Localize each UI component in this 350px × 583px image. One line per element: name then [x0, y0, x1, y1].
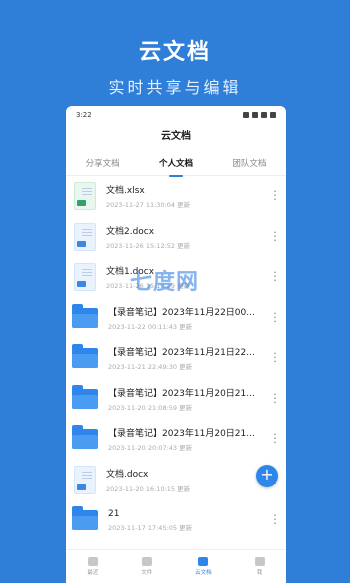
document-icon [74, 222, 96, 251]
file-meta: 【录音笔记】2023年11月20日21... 2023-11-20 21:08:5… [108, 386, 286, 412]
nav-label: 最近 [87, 570, 99, 576]
file-name: 文档1.docx [106, 267, 155, 278]
bottom-nav: 最近 文件 云文档 我 [66, 549, 286, 583]
file-meta: 文档2.docx 2023-11-26 15:12:52 更新 [106, 224, 286, 250]
list-item[interactable]: 【录音笔记】2023年11月20日21... 2023-11-20 21:08:5… [66, 379, 286, 420]
file-date: 2023-11-27 11:30:04 更新 [106, 201, 191, 210]
document-icon [74, 263, 96, 292]
more-icon[interactable]: ··· [272, 227, 278, 246]
nav-item-files[interactable]: 文件 [141, 557, 152, 576]
file-name: 文档.docx [106, 469, 149, 480]
cloud-icon [198, 557, 209, 566]
more-icon[interactable]: ··· [272, 510, 278, 529]
file-date: 2023-11-20 20:07:43 更新 [108, 444, 193, 453]
tab-shared[interactable]: 分享文档 [82, 157, 124, 169]
list-item[interactable]: 【录音笔记】2023年11月21日22... 2023-11-21 22:49:3… [66, 338, 286, 379]
nav-item-recent[interactable]: 最近 [87, 557, 98, 576]
nav-label: 云文档 [195, 570, 212, 576]
signal-icon [252, 112, 258, 118]
nav-item-cloud[interactable]: 云文档 [195, 557, 212, 576]
more-icon[interactable]: ··· [272, 308, 278, 327]
status-bar: 3:22 [66, 106, 286, 124]
folder-icon [72, 384, 98, 409]
user-icon [254, 557, 265, 566]
tab-bar: 分享文档 个人文档 团队文档 [66, 150, 286, 177]
file-name: 【录音笔记】2023年11月20日21... [108, 429, 255, 440]
list-item[interactable]: 【录音笔记】2023年11月22日00... 2023-11-22 00:11:4… [66, 298, 286, 339]
file-date: 2023-11-26 15:12:29 更新 [106, 282, 191, 291]
file-date: 2023-11-20 21:08:59 更新 [108, 403, 193, 412]
list-item[interactable]: 21 2023-11-17 17:45:05 更新 · · · [66, 500, 286, 541]
nav-label: 我 [256, 570, 263, 576]
more-icon[interactable]: ··· [272, 348, 278, 367]
file-meta: 文档.xlsx 2023-11-27 11:30:04 更新 [106, 183, 286, 209]
file-meta: 【录音笔记】2023年11月22日00... 2023-11-22 00:11:4… [108, 305, 286, 331]
phone-screen: 3:22 云文档 分享文档 个人文档 团队文档 文档.xlsx 2023-11-2… [66, 106, 286, 583]
file-name: 文档2.docx [106, 226, 155, 237]
tab-team[interactable]: 团队文档 [228, 157, 270, 169]
file-meta: 文档1.docx 2023-11-26 15:12:29 更新 [106, 264, 286, 290]
list-item[interactable]: 文档1.docx 2023-11-26 15:12:29 更新 · · · [66, 257, 286, 298]
file-name: 21 [108, 508, 120, 519]
file-meta: 21 2023-11-17 17:45:05 更新 [108, 509, 286, 532]
add-button[interactable]: + [256, 465, 278, 487]
file-icon [141, 557, 152, 566]
file-list: 文档.xlsx 2023-11-27 11:30:04 更新 · · · 文档2.docx… [66, 176, 286, 541]
document-icon [74, 465, 96, 494]
folder-icon [72, 506, 98, 531]
file-name: 【录音笔记】2023年11月21日22... [108, 348, 255, 359]
nav-label: 文件 [141, 570, 153, 576]
more-icon[interactable]: ··· [272, 186, 278, 205]
more-icon[interactable]: ··· [272, 429, 278, 448]
recent-icon [87, 557, 98, 566]
status-icons [243, 112, 276, 118]
file-date: 2023-11-17 17:45:05 更新 [108, 523, 193, 532]
hero-subtitle: 实时共享与编辑 [108, 78, 242, 97]
folder-icon [72, 425, 98, 450]
folder-icon [72, 303, 98, 328]
file-meta: 【录音笔记】2023年11月21日22... 2023-11-21 22:49:3… [108, 345, 286, 371]
file-date: 2023-11-22 00:11:43 更新 [108, 322, 193, 331]
list-item[interactable]: 【录音笔记】2023年11月20日21... 2023-11-20 20:07:4… [66, 419, 286, 460]
hero-title: 云文档 [138, 40, 211, 65]
file-date: 2023-11-21 22:49:30 更新 [108, 363, 193, 372]
more-icon[interactable]: ··· [272, 267, 278, 286]
folder-icon [72, 344, 98, 369]
file-meta: 【录音笔记】2023年11月20日21... 2023-11-20 20:07:4… [108, 426, 286, 452]
battery-icon [270, 112, 276, 118]
spreadsheet-icon [74, 182, 96, 211]
file-date: 2023-11-26 15:12:52 更新 [106, 241, 191, 250]
file-name: 【录音笔记】2023年11月22日00... [108, 307, 255, 318]
status-time: 3:22 [76, 111, 92, 119]
page-title: 云文档 [161, 131, 191, 142]
file-name: 文档.xlsx [106, 186, 145, 197]
nav-item-me[interactable]: 我 [254, 557, 265, 576]
tab-personal[interactable]: 个人文档 [155, 157, 197, 177]
list-item[interactable]: 文档.xlsx 2023-11-27 11:30:04 更新 · · · [66, 176, 286, 217]
bluetooth-icon [243, 112, 249, 118]
wifi-icon [261, 112, 267, 118]
file-name: 【录音笔记】2023年11月20日21... [108, 388, 255, 399]
list-item[interactable]: 文档.docx2023-11-20 16:10:15 更新··· [66, 460, 286, 501]
more-icon[interactable]: ··· [272, 389, 278, 408]
list-item[interactable]: 文档2.docx 2023-11-26 15:12:52 更新 · · · [66, 217, 286, 258]
